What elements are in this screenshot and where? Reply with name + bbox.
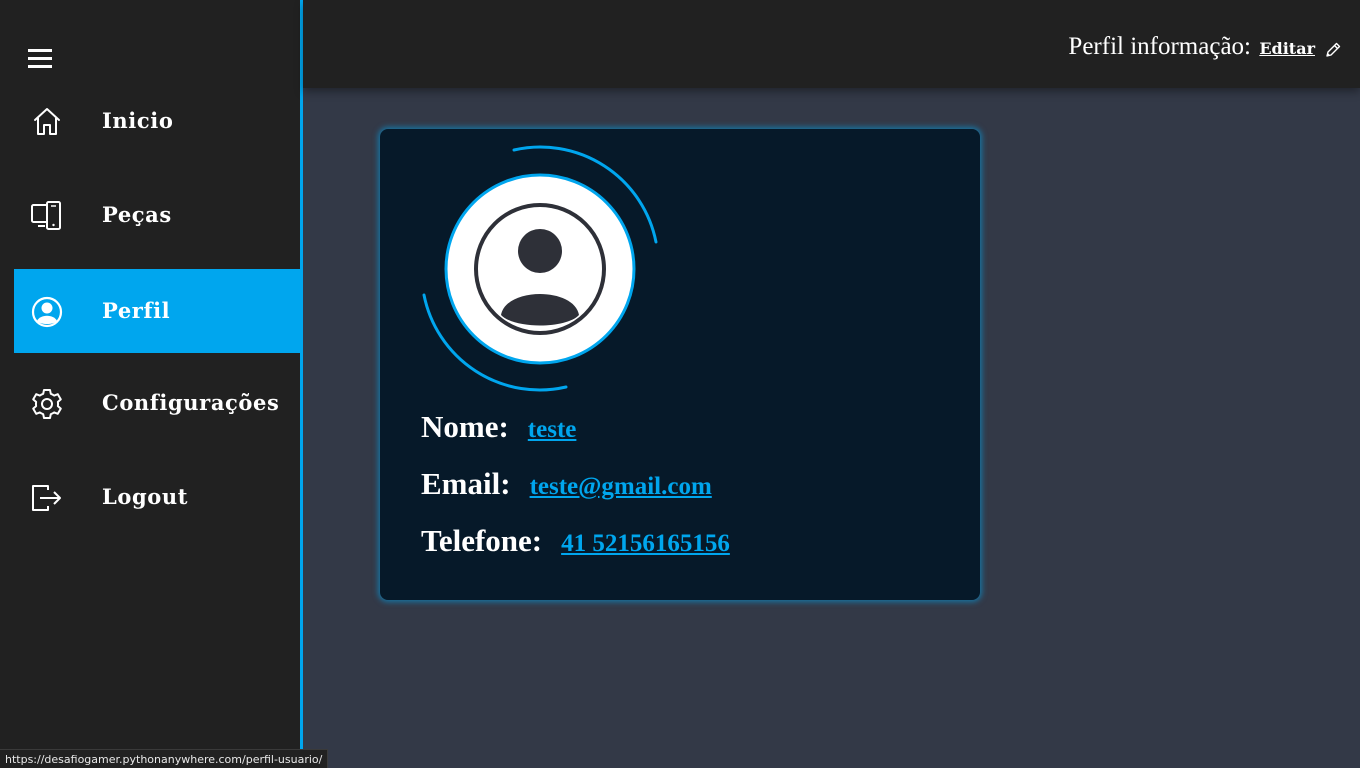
- pencil-icon[interactable]: [1324, 41, 1342, 59]
- header-bar: Perfil informação: Editar: [303, 0, 1360, 88]
- sidebar-item-pecas[interactable]: Peças: [14, 173, 301, 257]
- status-bar-url: https://desafiogamer.pythonanywhere.com/…: [0, 749, 329, 768]
- sidebar-item-inicio[interactable]: Inicio: [14, 79, 301, 163]
- sidebar-divider: [300, 0, 303, 768]
- sidebar-item-perfil[interactable]: Perfil: [14, 269, 301, 353]
- sidebar-item-configuracoes[interactable]: Configurações: [14, 361, 301, 445]
- profile-field-telefone: Telefone: 41 52156165156: [421, 523, 730, 559]
- profile-card: Nome: teste Email: teste@gmail.com Telef…: [380, 129, 980, 600]
- sidebar-item-label: Configurações: [102, 390, 280, 415]
- home-icon: [34, 108, 60, 135]
- hamburger-menu-icon[interactable]: [28, 48, 54, 70]
- profile-field-email: Email: teste@gmail.com: [421, 466, 712, 502]
- sidebar-item-label: Perfil: [102, 298, 171, 323]
- user-avatar-icon: [422, 145, 658, 392]
- field-label: Telefone:: [421, 523, 543, 558]
- field-label: Nome:: [421, 409, 509, 444]
- edit-profile-link[interactable]: Editar: [1259, 39, 1315, 58]
- sidebar-item-label: Logout: [102, 484, 189, 509]
- field-value-link[interactable]: teste: [528, 416, 577, 444]
- devices-icon: [31, 201, 61, 230]
- user-circle-icon: [31, 296, 63, 328]
- field-label: Email:: [421, 466, 511, 501]
- page-title: Perfil informação:: [1068, 33, 1251, 60]
- sidebar-item-label: Peças: [102, 202, 172, 227]
- field-value-link[interactable]: teste@gmail.com: [530, 473, 712, 501]
- sidebar-item-label: Inicio: [102, 108, 174, 133]
- field-value-link[interactable]: 41 52156165156: [561, 530, 730, 558]
- sidebar-item-logout[interactable]: Logout: [14, 455, 301, 539]
- sidebar: Inicio Peças Perfil Configurações Logout: [0, 0, 301, 768]
- logout-icon: [32, 485, 61, 511]
- gear-icon: [32, 389, 62, 419]
- profile-field-nome: Nome: teste: [421, 409, 576, 445]
